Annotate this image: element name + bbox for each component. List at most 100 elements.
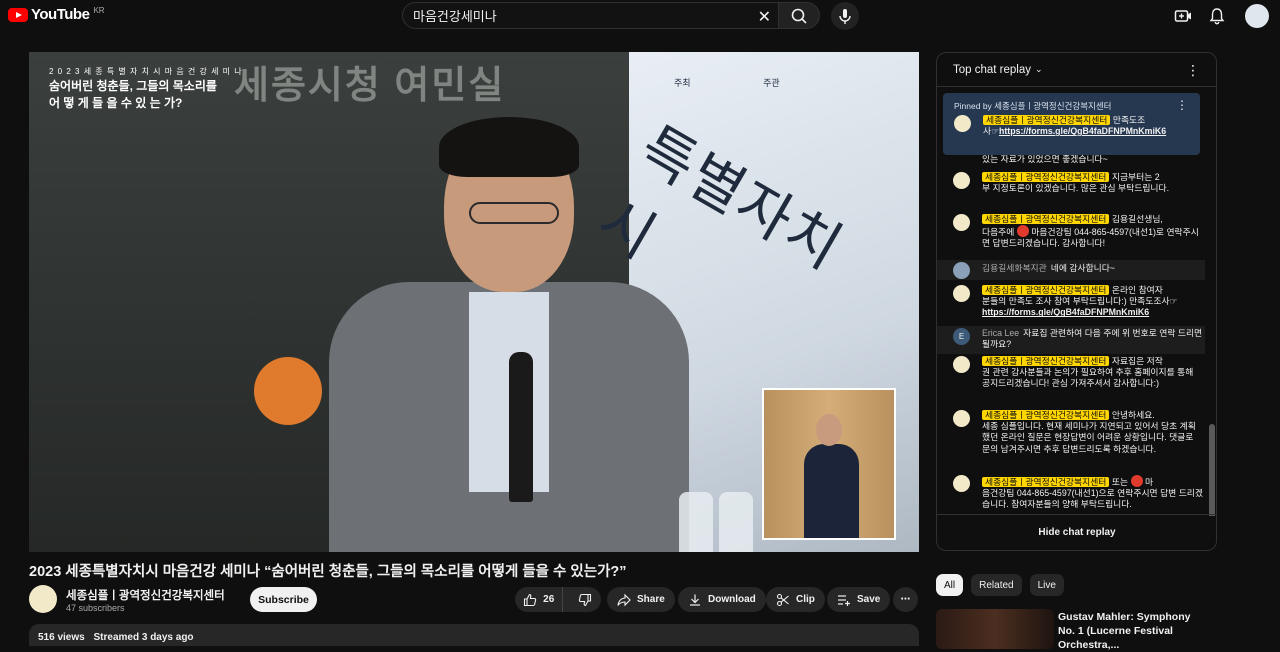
pinned-menu-icon[interactable]: ⋮: [1176, 98, 1188, 112]
region-code: KR: [93, 6, 105, 15]
chat-menu-icon[interactable]: ⋮: [1186, 62, 1200, 79]
author-avatar: E: [953, 328, 970, 345]
author-avatar: [953, 410, 970, 427]
telephone-emoji-icon: [1016, 225, 1029, 238]
smiley-logo-image: [254, 357, 322, 425]
pinned-message-content: 세종심플ㅣ광역정신건강복지센터 만족도조 사☞https://forms.gle/…: [954, 115, 1189, 137]
author-avatar: [953, 214, 970, 231]
sign-language-interpreter-inset: [762, 388, 896, 540]
download-label: Download: [708, 594, 756, 605]
voice-search-button[interactable]: [831, 2, 859, 30]
hide-chat-replay-button[interactable]: Hide chat replay: [937, 514, 1216, 550]
search-button[interactable]: [778, 2, 820, 29]
search-box: ✕: [402, 2, 780, 29]
author-chip[interactable]: 세종심플ㅣ광역정신건강복지센터: [982, 172, 1110, 182]
create-icon[interactable]: [1174, 7, 1192, 25]
chat-message: 세종심플ㅣ광역정신건강복지센터 자료집은 저작 권 관련 감사분들과 논의가 필요…: [953, 356, 1203, 390]
like-dislike-group: 26: [515, 587, 601, 612]
author-avatar: [953, 285, 970, 302]
chat-message: 세종심플ㅣ광역정신건강복지센터 지금부터는 2부 지정토론이 있겠습니다. 많은…: [953, 172, 1203, 194]
live-chat-panel: Top chat replay ⌄ ⋮ Pinned by 세종심플ㅣ광역정신건…: [936, 52, 1217, 551]
author-chip[interactable]: 세종심플ㅣ광역정신건강복지센터: [982, 356, 1110, 366]
pinned-message[interactable]: Pinned by 세종심플ㅣ광역정신건강복지센터 ⋮ 세종심플ㅣ광역정신건강복…: [943, 93, 1200, 155]
chat-message: 김용길세화복지관 네에 감사합니다~: [937, 260, 1205, 280]
author-avatar: [953, 172, 970, 189]
filter-chip-live[interactable]: Live: [1029, 574, 1064, 596]
chat-message: 세종심플ㅣ광역정신건강복지센터 온라인 참여자 분들의 만족도 조사 참여 부탁드…: [953, 285, 1203, 319]
pinned-by-label: Pinned by 세종심플ㅣ광역정신건강복지센터: [954, 101, 1112, 111]
clip-label: Clip: [796, 594, 815, 605]
save-button[interactable]: Save: [827, 587, 891, 612]
search-icon: [791, 8, 807, 24]
youtube-wordmark: YouTube: [31, 6, 90, 23]
chat-message: 세종심플ㅣ광역정신건강복지센터 또는 마 음건강팀 044-865-4597(내선…: [953, 475, 1203, 511]
view-count: 516 views: [38, 632, 85, 643]
author-chip[interactable]: 세종심플ㅣ광역정신건강복지센터: [982, 410, 1110, 420]
chat-message: 세종심플ㅣ광역정신건강복지센터 안녕하세요. 세종 심플입니다. 현재 세미나가 …: [953, 410, 1203, 455]
overlay-event-line: 2 0 2 3 세 종 특 별 자 치 시 마 음 건 강 세 미 나: [49, 67, 243, 76]
youtube-logo[interactable]: YouTube KR: [8, 6, 105, 23]
video-player[interactable]: 세종시청 여민실 특별자치시 주최 주관 2 0 2 3 세 종 특 별 자 치…: [29, 52, 919, 552]
overlay-title-line1: 숨어버린 청춘들, 그들의 목소리를: [49, 79, 217, 93]
share-icon: [617, 593, 631, 606]
author-chip[interactable]: 세종심플ㅣ광역정신건강복지센터: [983, 115, 1111, 125]
account-avatar[interactable]: [1245, 4, 1269, 28]
survey-link[interactable]: https://forms.gle/QgB4faDFNPMnKmiK6: [982, 307, 1149, 317]
like-button[interactable]: 26: [515, 587, 564, 612]
add-to-playlist-icon: [838, 594, 850, 606]
filter-chip-related[interactable]: Related: [971, 574, 1022, 596]
recommended-video-thumbnail[interactable]: [936, 609, 1054, 649]
author-chip[interactable]: 세종심플ㅣ광역정신건강복지센터: [982, 214, 1110, 224]
chevron-down-icon[interactable]: ⌄: [1035, 64, 1043, 75]
notifications-bell-icon[interactable]: [1208, 7, 1226, 25]
masthead: YouTube KR ✕: [0, 0, 1280, 32]
search-input[interactable]: [403, 3, 743, 28]
scissors-icon: [776, 593, 789, 606]
chat-messages: Pinned by 세종심플ㅣ광역정신건강복지센터 ⋮ 세종심플ㅣ광역정신건강복…: [937, 88, 1216, 516]
author-chip[interactable]: 세종심플ㅣ광역정신건강복지센터: [982, 477, 1110, 487]
video-title: 2023 세종특별자치시 마음건강 세미나 “숨어버린 청춘들, 그들의 목소리…: [29, 564, 627, 580]
water-bottles-image: [679, 492, 759, 552]
save-label: Save: [857, 594, 881, 605]
org-host-label: 주최: [674, 78, 691, 88]
thumbs-down-icon: [579, 593, 592, 606]
author-name[interactable]: Erica Lee: [982, 328, 1019, 338]
author-avatar: [953, 356, 970, 373]
chat-header: Top chat replay ⌄ ⋮: [937, 53, 1216, 87]
video-wall-text: 세종시청 여민실: [234, 65, 506, 107]
more-horizontal-icon: ⋯: [900, 594, 911, 605]
like-count: 26: [543, 594, 555, 605]
microphone-icon: [839, 9, 851, 24]
description-box[interactable]: 516 views Streamed 3 days ago: [29, 624, 919, 646]
more-actions-button[interactable]: ⋯: [893, 587, 918, 612]
share-button[interactable]: Share: [607, 587, 675, 612]
org-organizer-label: 주관: [763, 78, 780, 88]
stream-date: Streamed 3 days ago: [93, 632, 194, 643]
author-name[interactable]: 김용길세화복지관: [982, 263, 1047, 273]
author-chip[interactable]: 세종심플ㅣ광역정신건강복지센터: [982, 285, 1110, 295]
survey-link[interactable]: https://forms.gle/QgB4faDFNPMnKmiK6: [999, 126, 1166, 136]
speaker-image: [329, 117, 689, 552]
related-filter-chips: All Related Live: [936, 574, 1064, 596]
video-actions: 26 Share Download Clip Save ⋯: [0, 587, 920, 612]
dislike-button[interactable]: [569, 587, 601, 612]
video-title-overlay: 2 0 2 3 세 종 특 별 자 치 시 마 음 건 강 세 미 나 숨어버린…: [49, 66, 243, 111]
video-org-credits: 주최 주관: [674, 76, 780, 89]
thumbs-up-icon: [524, 593, 537, 606]
filter-chip-all[interactable]: All: [936, 574, 964, 596]
chat-message: 있는 자료가 있었으면 좋겠습니다~: [982, 154, 1108, 164]
chat-message: E Erica Lee 자료집 관련하여 다음 주에 위 번호로 연락 드리면 될…: [937, 326, 1205, 354]
download-button[interactable]: Download: [678, 587, 766, 612]
overlay-title-line2: 어 떻 게 들 을 수 있 는 가?: [49, 96, 183, 110]
telephone-emoji-icon: [1130, 475, 1143, 487]
recommended-video-title[interactable]: Gustav Mahler: Symphony No. 1 (Lucerne F…: [1058, 610, 1208, 652]
clear-search-icon[interactable]: ✕: [758, 7, 771, 27]
download-icon: [690, 594, 700, 606]
chat-mode-dropdown[interactable]: Top chat replay: [953, 64, 1031, 76]
youtube-play-icon: [8, 7, 28, 22]
author-avatar: [953, 262, 970, 279]
chat-message: 세종심플ㅣ광역정신건강복지센터 김용길선생님, 다음주에 마음건강팀 044-86…: [953, 214, 1203, 250]
chat-scrollbar[interactable]: [1209, 424, 1215, 516]
author-avatar: [953, 475, 970, 492]
clip-button[interactable]: Clip: [766, 587, 825, 612]
